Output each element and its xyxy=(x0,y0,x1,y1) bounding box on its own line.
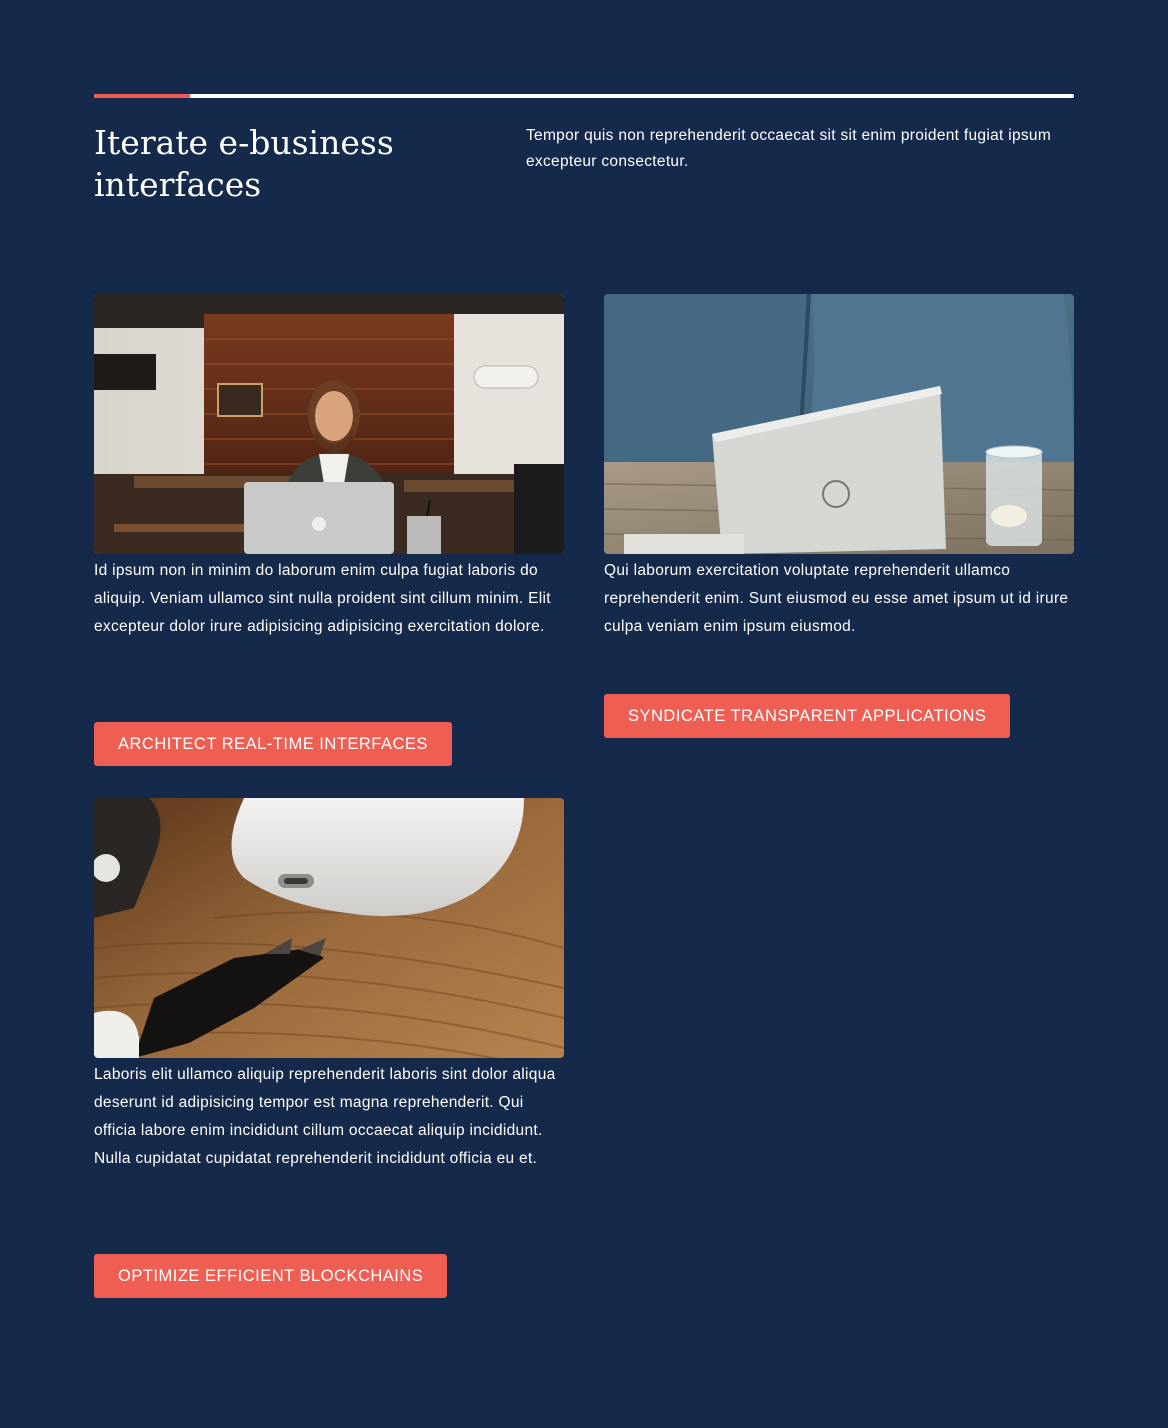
architect-real-time-interfaces-button[interactable]: ARCHITECT REAL-TIME INTERFACES xyxy=(94,722,452,766)
card-photo xyxy=(94,798,564,1058)
section-divider-accent xyxy=(94,94,190,98)
card-photo xyxy=(604,294,1074,554)
section-intro: Tempor quis non reprehenderit occaecat s… xyxy=(526,127,1052,170)
earbuds-case-on-desk-photo xyxy=(94,798,564,1058)
feature-card: Laboris elit ullamco aliquip reprehender… xyxy=(94,798,564,1173)
card-photo xyxy=(94,294,564,554)
section-heading: Iterate e-business interfaces xyxy=(94,123,394,204)
card-description: Qui laborum exercitation voluptate repre… xyxy=(604,562,1069,635)
syndicate-transparent-applications-button[interactable]: SYNDICATE TRANSPARENT APPLICATIONS xyxy=(604,694,1011,738)
card-description: Id ipsum non in minim do laborum enim cu… xyxy=(94,562,551,635)
section-divider xyxy=(94,94,1074,98)
laptop-on-table-photo xyxy=(604,294,1074,554)
feature-card: Id ipsum non in minim do laborum enim cu… xyxy=(94,294,564,641)
optimize-efficient-blockchains-button[interactable]: OPTIMIZE EFFICIENT BLOCKCHAINS xyxy=(94,1254,448,1298)
feature-card: Qui laborum exercitation voluptate repre… xyxy=(604,294,1074,641)
man-with-laptop-photo xyxy=(94,294,564,554)
card-description: Laboris elit ullamco aliquip reprehender… xyxy=(94,1066,556,1167)
